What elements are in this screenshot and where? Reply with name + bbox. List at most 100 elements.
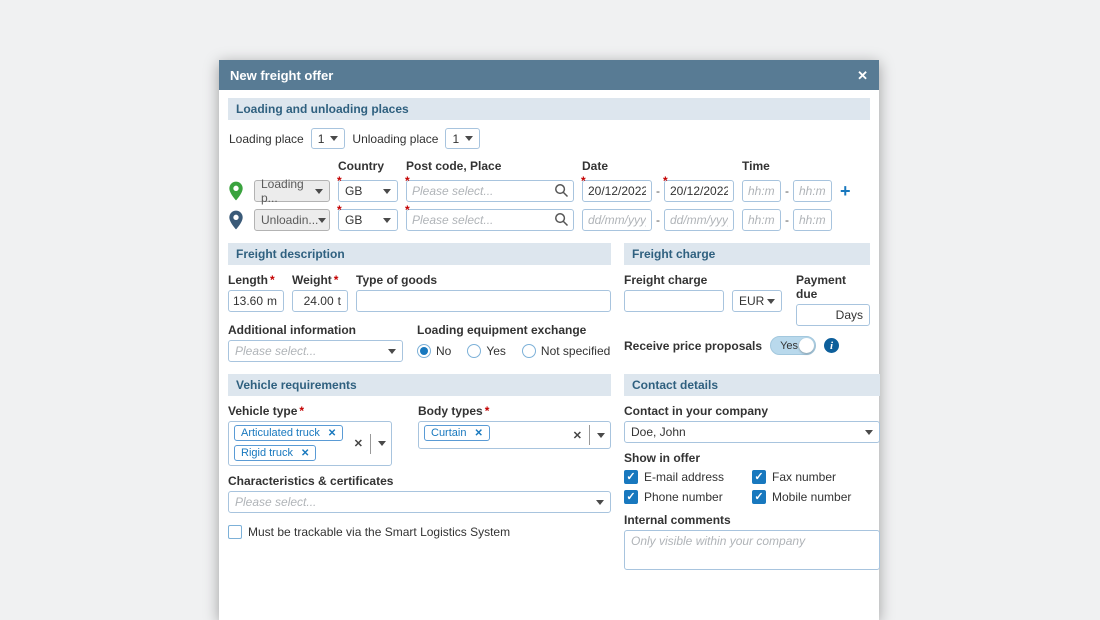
- type-of-goods-input[interactable]: [356, 290, 611, 312]
- vehicle-type-tag: Rigid truck ✕: [234, 445, 316, 461]
- search-icon[interactable]: [554, 212, 569, 227]
- add-place-row-icon[interactable]: +: [840, 182, 854, 200]
- date-column-label: Date: [582, 159, 734, 173]
- country-select-row1[interactable]: GB: [338, 180, 398, 202]
- clear-selection-icon[interactable]: ✕: [354, 437, 363, 450]
- loading-place-select[interactable]: 1: [311, 128, 346, 149]
- body-types-label: Body types*: [418, 404, 611, 418]
- chevron-down-icon: [315, 189, 323, 194]
- equipment-radio-yes[interactable]: Yes: [467, 344, 506, 358]
- characteristics-label: Characteristics & certificates: [228, 474, 611, 488]
- chevron-down-icon[interactable]: [597, 433, 605, 438]
- contact-company-label: Contact in your company: [624, 404, 880, 418]
- chevron-down-icon: [383, 189, 391, 194]
- remove-tag-icon[interactable]: ✕: [301, 448, 309, 459]
- show-fax-option[interactable]: ✓ Fax number: [752, 470, 880, 484]
- show-email-option[interactable]: ✓ E-mail address: [624, 470, 752, 484]
- body-types-multiselect[interactable]: Curtain ✕ ✕: [418, 421, 611, 449]
- unloading-pin-icon: [228, 210, 244, 230]
- section-header-freight-description: Freight description: [228, 243, 611, 265]
- section-header-places: Loading and unloading places: [228, 98, 870, 120]
- chevron-down-icon: [330, 136, 338, 141]
- additional-information-label: Additional information: [228, 323, 403, 337]
- dialog-titlebar: New freight offer ✕: [219, 60, 879, 90]
- country-select-row2[interactable]: GB: [338, 209, 398, 231]
- equipment-radio-no[interactable]: No: [417, 344, 451, 358]
- body-type-tag: Curtain ✕: [424, 425, 490, 441]
- length-input[interactable]: 13.60 m: [228, 290, 284, 312]
- type-of-goods-label: Type of goods: [356, 273, 611, 287]
- dialog-title: New freight offer: [230, 68, 333, 83]
- postcode-place-input-row2[interactable]: [406, 209, 574, 231]
- loading-place-label: Loading place: [229, 132, 304, 146]
- payment-due-input[interactable]: Days: [796, 304, 870, 326]
- show-in-offer-label: Show in offer: [624, 451, 880, 465]
- payment-due-label: Payment due: [796, 273, 870, 301]
- radio-icon[interactable]: [417, 344, 431, 358]
- chevron-down-icon: [318, 218, 326, 223]
- toggle-knob: [799, 338, 814, 353]
- remove-tag-icon[interactable]: ✕: [474, 428, 482, 439]
- unloading-place-select[interactable]: 1: [445, 128, 480, 149]
- show-phone-option[interactable]: ✓ Phone number: [624, 490, 752, 504]
- loading-equipment-exchange-label: Loading equipment exchange: [417, 323, 610, 337]
- receive-price-proposals-label: Receive price proposals: [624, 339, 762, 353]
- equipment-radio-not-specified[interactable]: Not specified: [522, 344, 610, 358]
- unloading-place-label: Unloading place: [352, 132, 438, 146]
- checkbox-icon[interactable]: ✓: [752, 490, 766, 504]
- checkbox-icon[interactable]: ✓: [624, 470, 638, 484]
- section-header-freight-charge: Freight charge: [624, 243, 870, 265]
- checkbox-icon[interactable]: ✓: [752, 470, 766, 484]
- chevron-down-icon[interactable]: [378, 441, 386, 446]
- trackable-label: Must be trackable via the Smart Logistic…: [248, 525, 510, 539]
- checkbox-icon[interactable]: ✓: [624, 490, 638, 504]
- postcode-column-label: Post code, Place: [406, 159, 574, 173]
- currency-select[interactable]: EUR: [732, 290, 782, 312]
- date-to-input-row2[interactable]: [664, 209, 734, 231]
- radio-icon[interactable]: [522, 344, 536, 358]
- internal-comments-textarea[interactable]: Only visible within your company: [624, 530, 880, 570]
- date-from-input-row1[interactable]: [582, 180, 652, 202]
- section-header-contact-details: Contact details: [624, 374, 880, 396]
- vehicle-type-label: Vehicle type*: [228, 404, 392, 418]
- close-icon[interactable]: ✕: [857, 69, 868, 82]
- time-column-label: Time: [742, 159, 832, 173]
- chevron-down-icon: [865, 430, 873, 435]
- radio-icon[interactable]: [467, 344, 481, 358]
- time-from-input-row2[interactable]: [742, 209, 781, 231]
- additional-information-select[interactable]: Please select...: [228, 340, 403, 362]
- search-icon[interactable]: [554, 183, 569, 198]
- date-from-input-row2[interactable]: [582, 209, 652, 231]
- chevron-down-icon: [767, 299, 775, 304]
- postcode-place-input-row1[interactable]: [406, 180, 574, 202]
- freight-charge-input[interactable]: [624, 290, 724, 312]
- length-label: Length*: [228, 273, 284, 287]
- chevron-down-icon: [596, 500, 604, 505]
- remove-tag-icon[interactable]: ✕: [328, 428, 336, 439]
- loading-type-select[interactable]: Loading p...: [254, 180, 330, 202]
- vehicle-type-multiselect[interactable]: Articulated truck ✕ Rigid truck ✕ ✕: [228, 421, 392, 466]
- contact-company-select[interactable]: Doe, John: [624, 421, 880, 443]
- chevron-down-icon: [383, 218, 391, 223]
- show-mobile-option[interactable]: ✓ Mobile number: [752, 490, 880, 504]
- info-icon[interactable]: i: [824, 338, 839, 353]
- country-column-label: Country: [338, 159, 398, 173]
- time-to-input-row1[interactable]: [793, 180, 832, 202]
- time-to-input-row2[interactable]: [793, 209, 832, 231]
- unloading-type-select[interactable]: Unloadin...: [254, 209, 330, 231]
- clear-selection-icon[interactable]: ✕: [573, 429, 582, 442]
- price-proposals-toggle[interactable]: Yes: [770, 336, 816, 355]
- date-to-input-row1[interactable]: [664, 180, 734, 202]
- loading-pin-icon: [228, 181, 244, 201]
- new-freight-offer-dialog: New freight offer ✕ Loading and unloadin…: [219, 60, 879, 620]
- time-from-input-row1[interactable]: [742, 180, 781, 202]
- weight-input[interactable]: 24.00 t: [292, 290, 348, 312]
- freight-charge-label: Freight charge: [624, 273, 724, 287]
- chevron-down-icon: [465, 136, 473, 141]
- trackable-checkbox[interactable]: [228, 525, 242, 539]
- weight-label: Weight*: [292, 273, 348, 287]
- vehicle-type-tag: Articulated truck ✕: [234, 425, 343, 441]
- characteristics-select[interactable]: Please select...: [228, 491, 611, 513]
- internal-comments-label: Internal comments: [624, 513, 880, 527]
- section-header-vehicle-requirements: Vehicle requirements: [228, 374, 611, 396]
